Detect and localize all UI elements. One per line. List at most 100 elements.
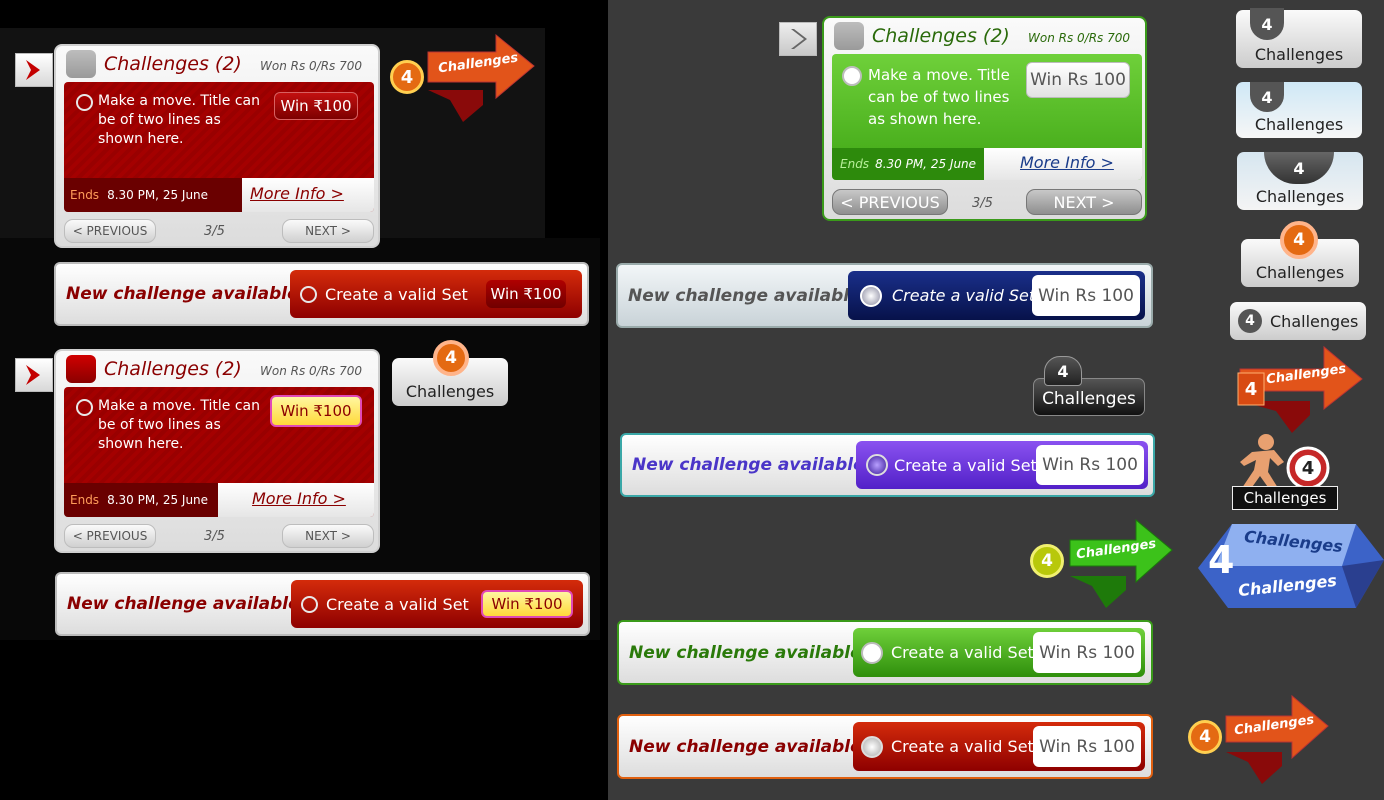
ends-time: 8.30 PM, 25 June	[875, 157, 977, 171]
won-amount: Won Rs 0/Rs 700	[260, 59, 363, 73]
status-square	[66, 50, 96, 78]
create-set-label: Create a valid Set	[326, 594, 469, 614]
challenge-panel-green: Challenges (2) Won Rs 0/Rs 700 Make a mo…	[822, 16, 1147, 221]
challenge-card[interactable]: Make a move. Title can be of two lines a…	[832, 54, 1142, 180]
new-challenge-banner-orange[interactable]: New challenge available Create a valid S…	[617, 714, 1153, 779]
page-indicator: 3/5	[204, 224, 225, 239]
ends-label: Ends	[70, 493, 100, 507]
count-circle: 4	[1280, 221, 1318, 259]
challenges-arrow-badge-orange[interactable]: 4 Challenges	[1186, 694, 1332, 786]
new-challenge-banner-navy[interactable]: New challenge available Create a valid S…	[616, 263, 1153, 328]
chevron-right-icon	[26, 365, 40, 385]
count-circle: 4	[1238, 309, 1262, 333]
next-button[interactable]: NEXT >	[1026, 189, 1142, 215]
banner-win-badge: Win Rs 100	[1032, 275, 1140, 316]
challenge-description: Make a move. Title can be of two lines a…	[98, 93, 260, 147]
challenges-arrow-badge-green[interactable]: 4 Challenges	[1028, 518, 1176, 610]
challenge-description: Make a move. Title can be of two lines a…	[868, 66, 1010, 128]
challenges-badge-5[interactable]: 4 Challenges	[1230, 302, 1366, 340]
radio-icon	[76, 94, 93, 111]
ends-label: Ends	[70, 188, 100, 202]
next-button[interactable]: NEXT >	[282, 219, 374, 243]
more-info-link[interactable]: More Info >	[252, 489, 346, 508]
expand-arrow-button[interactable]	[779, 22, 817, 56]
challenge-card[interactable]: Make a move. Title can be of two lines a…	[64, 387, 374, 517]
count-digit: 4	[1208, 538, 1235, 582]
count-circle: 4	[390, 60, 424, 94]
card-footer: Ends 8.30 PM, 25 June More Info >	[64, 178, 374, 212]
previous-button[interactable]: < PREVIOUS	[64, 524, 156, 548]
challenges-label: Challenges	[1254, 45, 1344, 64]
win-badge: Win Rs 100	[1026, 62, 1130, 98]
count-circle: 4	[1188, 720, 1222, 754]
ends-info: Ends 8.30 PM, 25 June	[64, 483, 218, 517]
banner-win-badge: Win Rs 100	[1033, 726, 1141, 767]
page-indicator: 3/5	[972, 196, 993, 211]
expand-arrow-button[interactable]	[15, 358, 53, 392]
next-button[interactable]: NEXT >	[282, 524, 374, 548]
radio-icon	[860, 284, 882, 307]
ends-time: 8.30 PM, 25 June	[107, 188, 209, 202]
challenges-label: Challenges	[1232, 486, 1338, 510]
count-circle: 4	[433, 340, 469, 376]
banner-text: New challenge available	[629, 736, 862, 757]
challenges-label: Challenges	[1042, 389, 1136, 409]
new-challenge-banner-purple[interactable]: New challenge available Create a valid S…	[620, 433, 1155, 497]
page-indicator: 3/5	[204, 529, 225, 544]
radio-icon	[842, 66, 862, 86]
challenge-card[interactable]: Make a move. Title can be of two lines a…	[64, 82, 374, 212]
win-badge: Win ₹100	[270, 395, 362, 427]
banner-text: New challenge available	[628, 285, 861, 306]
challenges-arrow-badge-3[interactable]: 4 Challenges	[1236, 345, 1364, 435]
radio-icon	[300, 285, 317, 303]
radio-icon	[301, 595, 318, 613]
more-info-link[interactable]: More Info >	[250, 184, 344, 203]
ends-label: Ends	[840, 157, 870, 171]
won-amount: Won Rs 0/Rs 700	[1028, 31, 1131, 45]
status-square	[834, 22, 864, 50]
status-square	[66, 355, 96, 383]
count-digit: 4	[1301, 457, 1315, 479]
new-challenge-banner-red-2[interactable]: New challenge available Create a valid S…	[55, 572, 590, 636]
create-set-label: Create a valid Set	[892, 286, 1036, 305]
challenges-label: Challenges	[1254, 115, 1344, 134]
banner-win-badge: Win ₹100	[481, 590, 573, 618]
panel-title: Challenges (2)	[104, 53, 242, 75]
banner-text: New challenge available	[66, 284, 299, 304]
player-pushing-gear-icon	[1240, 434, 1330, 490]
challenges-label: Challenges	[1255, 263, 1345, 282]
panel-title: Challenges (2)	[872, 25, 1010, 47]
chevron-right-icon	[26, 60, 40, 80]
radio-icon	[861, 641, 883, 664]
banner-text: New challenge available	[629, 642, 862, 663]
challenge-panel-red-2: Challenges (2) Won Rs 0/Rs 700 Make a mo…	[54, 349, 380, 553]
more-info-link[interactable]: More Info >	[1020, 153, 1114, 172]
previous-button[interactable]: < PREVIOUS	[64, 219, 156, 243]
create-set-label: Create a valid Set	[891, 737, 1034, 756]
chevron-right-icon	[791, 29, 807, 49]
radio-icon	[861, 735, 883, 758]
challenges-label: Challenges	[1255, 187, 1345, 206]
new-challenge-banner-green[interactable]: New challenge available Create a valid S…	[617, 620, 1153, 685]
count-tab: 4	[1044, 356, 1082, 386]
card-footer: Ends 8.30 PM, 25 June More Info >	[832, 148, 1142, 180]
banner-win-badge: Win Rs 100	[1033, 632, 1141, 673]
ends-info: Ends 8.30 PM, 25 June	[64, 178, 242, 212]
challenges-crystal-badge[interactable]: 4 Challenges Challenges	[1196, 520, 1384, 612]
challenges-label: Challenges	[1270, 311, 1359, 331]
banner-text: New challenge available	[67, 594, 300, 614]
radio-icon	[76, 399, 93, 416]
new-challenge-banner-red-1[interactable]: New challenge available Create a valid S…	[54, 262, 589, 326]
banner-win-badge: Win Rs 100	[1036, 445, 1144, 485]
create-set-label: Create a valid Set	[325, 284, 468, 304]
card-footer: Ends 8.30 PM, 25 June More Info >	[64, 483, 374, 517]
challenges-arrow-badge-1[interactable]: 4 Challenges	[388, 30, 538, 125]
win-badge: Win ₹100	[274, 92, 358, 120]
challenge-panel-red-1: Challenges (2) Won Rs 0/Rs 700 Make a mo…	[54, 44, 380, 248]
expand-arrow-button[interactable]	[15, 53, 53, 87]
challenges-player-badge[interactable]: 4 Challenges	[1232, 432, 1338, 510]
count-circle: 4	[1030, 544, 1064, 578]
won-amount: Won Rs 0/Rs 700	[260, 364, 363, 378]
banner-win-badge: Win ₹100	[486, 280, 566, 308]
previous-button[interactable]: < PREVIOUS	[832, 189, 948, 215]
